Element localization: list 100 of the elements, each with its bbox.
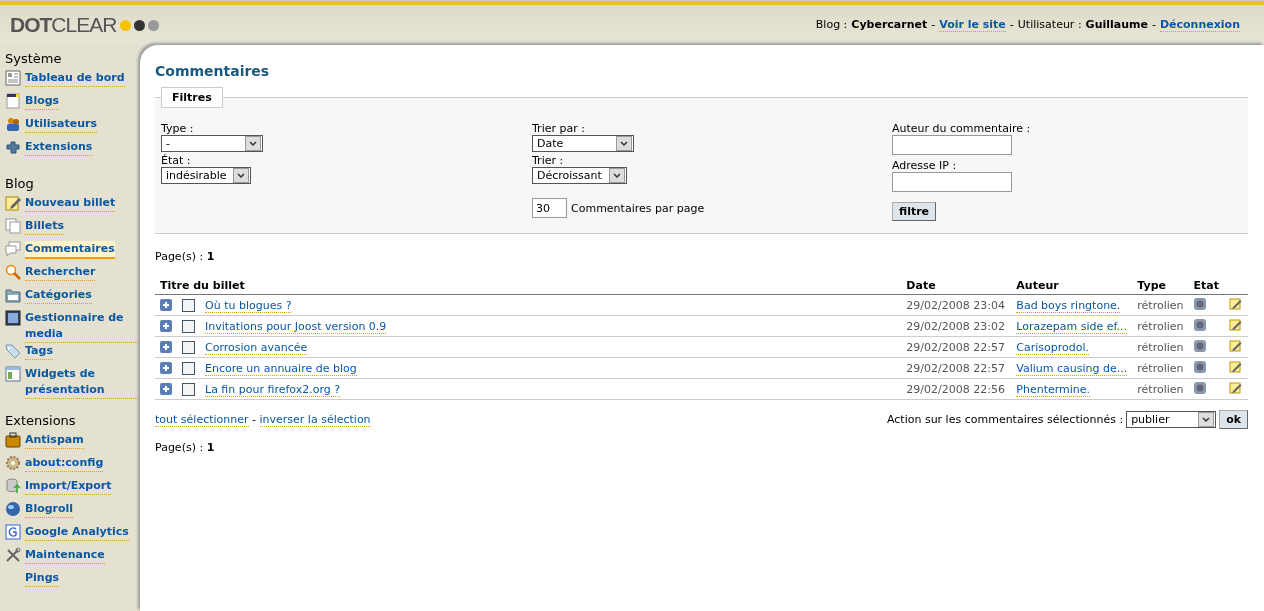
edit-icon[interactable] [1229,339,1242,352]
caret-icon [613,172,621,179]
page-title: Commentaires [155,63,271,79]
database-icon [5,478,21,494]
sidebar-link[interactable]: Blogs [25,93,60,110]
sidebar-link[interactable]: Antispam [25,432,84,449]
sidebar-link[interactable]: Maintenance [25,547,105,564]
status-dot-icon [1193,297,1206,310]
pencil-note-icon [5,195,21,211]
expand-icon[interactable] [160,341,172,353]
sidebar-link[interactable]: Rechercher [25,264,96,281]
expand-icon[interactable] [160,320,172,332]
action-label: Action sur les commentaires sélectionnés : [886,413,1124,426]
action-select[interactable]: publier [1126,411,1217,428]
author-link[interactable]: Carisoprodol. [1016,340,1090,355]
caret-icon [249,140,257,147]
row-checkbox[interactable] [182,361,195,375]
sidebar-link[interactable]: Catégories [25,287,92,304]
logo-text: DOTCLEAR [10,13,117,37]
sidebar-heading: Blog [5,176,35,191]
per-page-label: Commentaires par page [571,201,705,215]
post-title-link[interactable]: La fin pour firefox2.org ? [205,382,341,397]
speech-bubbles-icon [5,241,21,257]
sidebar-link[interactable]: Pings [25,570,60,587]
blog-label: Blog : [815,18,848,32]
author-link[interactable]: Bad boys ringtone. [1016,298,1121,313]
puzzle-icon [5,139,21,155]
post-title-link[interactable]: Corrosion avancée [205,340,308,355]
edit-icon[interactable] [1229,360,1242,373]
sidebar-link[interactable]: Blogroll [25,501,74,518]
sidebar-link[interactable]: Extensions [25,139,93,156]
post-title-link[interactable]: Invitations pour Joost version 0.9 [205,319,387,334]
status-dot-icon [1193,381,1206,394]
sidebar-link[interactable]: Import/Export [25,478,112,495]
logout-link[interactable]: Déconnexion [1159,18,1240,32]
state-label: État : [161,154,192,167]
row-checkbox[interactable] [182,319,195,333]
expand-icon[interactable] [160,362,172,374]
sort-by-select[interactable]: Date [532,135,634,152]
user-label: Utilisateur : [1017,18,1082,32]
magnifier-icon [5,264,21,280]
caret-icon [1202,416,1211,423]
ok-button[interactable]: ok [1219,410,1248,429]
author-field[interactable] [892,135,1012,155]
state-select[interactable]: indésirable [161,167,251,184]
date-cell: 29/02/2008 22:57 [901,336,1012,358]
ip-label: Adresse IP : [892,159,958,172]
column-header: Auteur [1011,277,1133,295]
edit-icon[interactable] [1229,297,1242,310]
sidebar-link[interactable]: Commentaires [25,241,115,259]
author-link[interactable]: Lorazepam side ef... [1016,319,1128,334]
edit-icon[interactable] [1229,381,1242,394]
column-header: Type [1132,277,1189,295]
post-title-link[interactable]: Encore un annuaire de blog [205,361,357,376]
column-header: Date [901,277,1012,295]
author-link[interactable]: Phentermine. [1016,382,1091,397]
globe-icon [5,501,21,517]
date-cell: 29/02/2008 22:56 [901,378,1012,400]
type-label: Type : [161,122,195,135]
type-cell: rétrolien [1132,315,1189,337]
author-label: Auteur du commentaire : [892,122,1032,135]
sidebar-link[interactable]: Tableau de bord [25,70,125,87]
sidebar-link[interactable]: Billets [25,218,64,235]
caret-icon [620,140,628,147]
sort-by-label: Trier par : [532,122,586,135]
order-label: Trier : [532,154,565,167]
folder-icon [5,287,21,303]
picture-icon [5,310,21,326]
separator: - [931,18,936,32]
view-site-link[interactable]: Voir le site [939,18,1006,32]
separator: - [1009,18,1014,32]
type-select[interactable]: - [161,135,263,152]
users-icon [5,116,21,132]
sidebar-heading: Système [5,51,63,66]
sidebar-link[interactable]: Google Analytics [25,524,129,541]
sidebar-link[interactable]: Utilisateurs [25,116,97,133]
expand-icon[interactable] [160,383,172,395]
type-cell: rétrolien [1132,378,1189,400]
ip-field[interactable] [892,172,1012,192]
row-checkbox[interactable] [182,340,195,354]
user-name: Guillaume [1085,18,1148,32]
select-all-link[interactable]: tout sélectionner [155,413,249,427]
post-title-link[interactable]: Où tu blogues ? [205,298,292,313]
tools-icon [5,547,21,563]
sidebar-link[interactable]: about:config [25,455,104,472]
sidebar-heading: Extensions [5,413,77,428]
edit-icon[interactable] [1229,318,1242,331]
per-page-field[interactable]: 30 [532,198,567,218]
author-link[interactable]: Valium causing de... [1016,361,1128,376]
expand-icon[interactable] [160,299,172,311]
page-icon [5,93,21,109]
row-checkbox[interactable] [182,382,195,396]
filter-button[interactable]: filtre [892,202,937,221]
sidebar-link[interactable]: Tags [25,343,53,360]
order-select[interactable]: Décroissant [532,167,627,184]
invert-selection-link[interactable]: inverser la sélection [259,413,371,427]
pages-label: Page(s) : [155,250,204,263]
separator: - [252,413,256,426]
sidebar-link[interactable]: Nouveau billet [25,195,116,212]
row-checkbox[interactable] [182,298,195,312]
